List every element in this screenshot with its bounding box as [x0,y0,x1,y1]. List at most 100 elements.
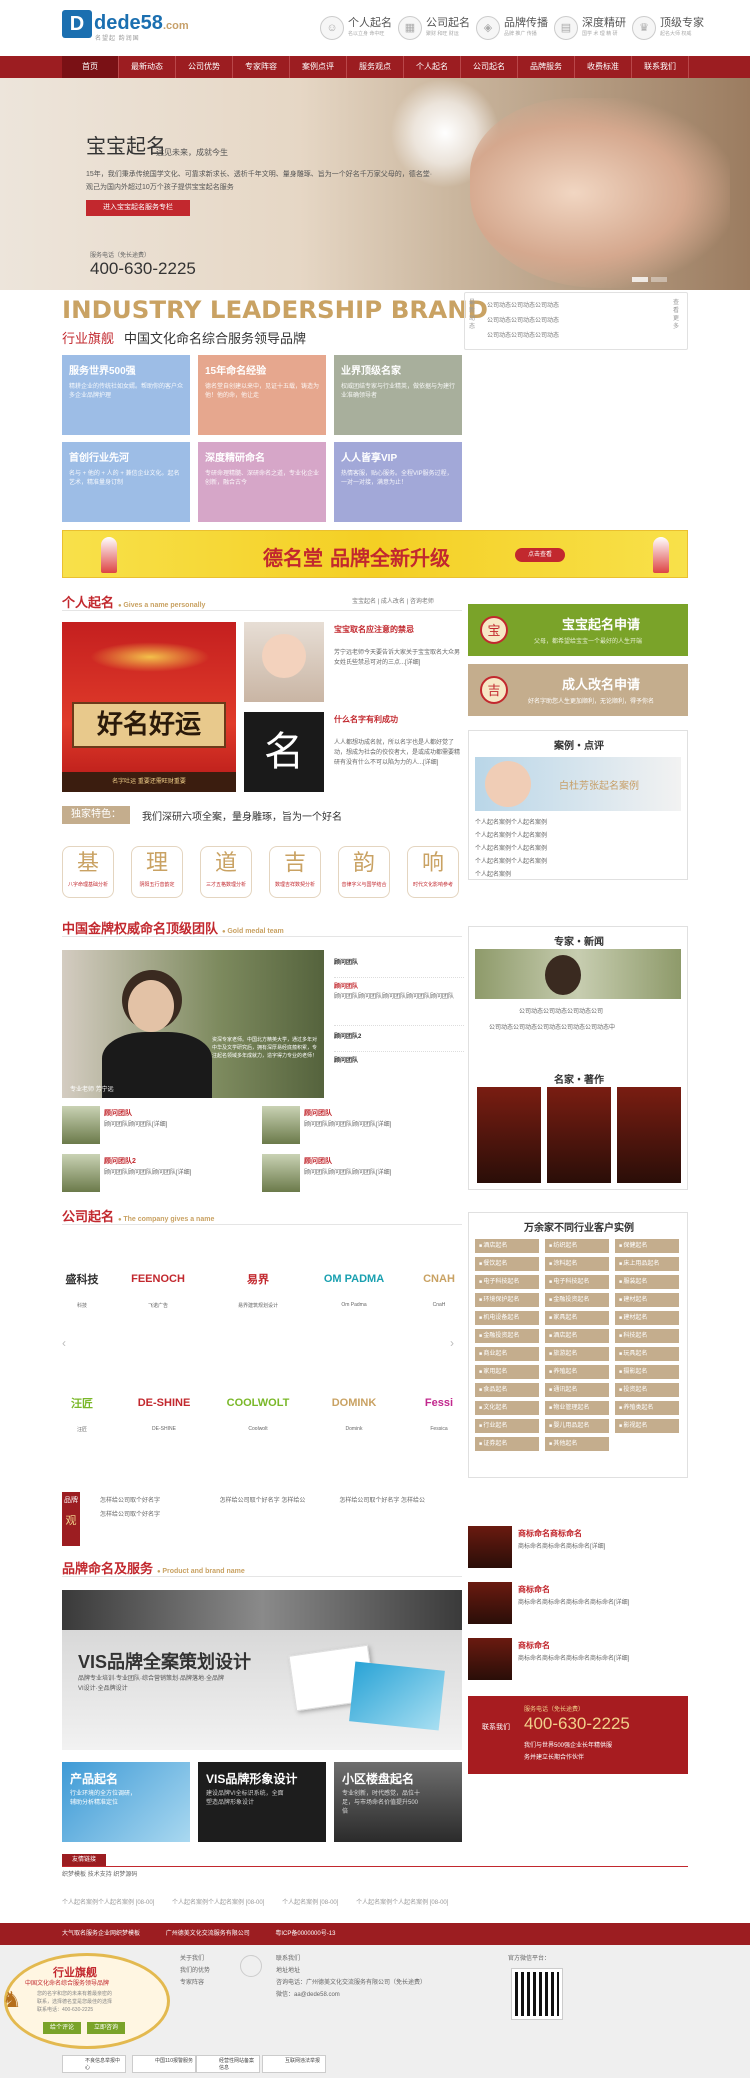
list-item[interactable]: 顾问团队 [334,958,464,968]
team-photo[interactable]: 资深专家老师。中国北方精英大学，通过多年对中华及文学研究后，拥有深厚易经底蕴积累… [62,950,324,1098]
tile-research[interactable]: 深度精研命名 专研命理精髓、深研命名之道，专业化企业创新，融合古今 [198,442,326,522]
feature-research[interactable]: ▤ 深度精研 国学 术 理 精 研 [554,14,629,44]
industry-tag[interactable]: 餐饮起名 [475,1257,539,1271]
nav-advantages[interactable]: 公司优势 [176,56,233,78]
link-consult[interactable]: 咨询老师 [410,599,434,605]
badge[interactable]: 不良信息举报中心 [62,2055,126,2073]
industry-tag[interactable]: 玩具起名 [615,1347,679,1361]
tile-experience[interactable]: 15年命名经验 德名堂自创建以来中，见证十五载，铸造为他！他的命，他让走 [198,355,326,435]
news-item-title[interactable]: 公司动态公司动态公司动态公司 [519,1007,603,1017]
industry-tag[interactable]: 养殖起名 [545,1365,609,1379]
industry-tag[interactable]: 纺织起名 [545,1239,609,1253]
list-item[interactable]: 公司动态公司动态公司动态 [487,329,559,344]
nav-contact[interactable]: 联系我们 [632,56,689,78]
book-cover[interactable] [617,1087,681,1183]
list-item[interactable]: 个人起名案例个人起名案例 [475,817,547,830]
nav-views[interactable]: 服务观点 [347,56,404,78]
client-logo[interactable]: 盛科技 科技 [50,1256,114,1324]
team-thumb[interactable] [62,1154,100,1192]
list-item[interactable]: 怎样给公司取个好名字 [100,1496,218,1506]
trademark-title[interactable]: 商标命名 [518,1584,550,1595]
tile-estate-naming[interactable]: 小区楼盘起名 专业创新，时代感觉，品位十足，与市场命名价值提升500倍 [334,1762,462,1842]
client-logo[interactable]: OM PADMA Om Padma [322,1256,386,1324]
industry-tag[interactable]: 金融投资起名 [545,1293,609,1307]
trademark-thumb[interactable] [468,1638,512,1680]
industry-tag[interactable]: 电子科技起名 [475,1275,539,1289]
banner-cta-button[interactable]: 进入宝宝起名服务专栏 [86,200,190,216]
industry-tag[interactable]: 物业管理起名 [545,1401,609,1415]
news-more-link[interactable]: 查看更多 [673,299,683,331]
industry-tag[interactable]: 科技起名 [615,1329,679,1343]
industry-tag[interactable]: 金融投资起名 [475,1329,539,1343]
list-item[interactable]: 顾问团队2 [334,1032,464,1042]
list-item[interactable]: 个人起名案例个人起名案例 [475,830,547,843]
industry-tag[interactable]: 养殖类起名 [615,1401,679,1415]
promo-consult-button[interactable]: 立即咨询 [87,2022,125,2034]
badge[interactable]: 经营性网站备案信息 [196,2055,260,2073]
client-logo[interactable]: COOLWOLT Coolwolt [226,1380,290,1448]
trademark-thumb[interactable] [468,1582,512,1624]
link[interactable]: 技术支持 [88,1872,112,1878]
list-item[interactable]: 个人起名案例 [475,869,547,882]
team-item-title[interactable]: 顾问团队 [304,1156,332,1166]
tile-product-naming[interactable]: 产品起名 行业环境的全方位调研，辅助分析精准定位 [62,1762,190,1842]
badge[interactable]: 互联网违法举报 [262,2055,326,2073]
tile-vip[interactable]: 人人皆享VIP 热情客服，贴心服务。全程VIP服务过程，一对一对接，满意为止！ [334,442,462,522]
link[interactable]: 个人起名案例 [08-00] [282,1900,338,1906]
feature-xiang[interactable]: 响时代文化影响参考 [407,846,459,898]
industry-tag[interactable]: 摄影起名 [615,1365,679,1379]
industry-tag[interactable]: 行业起名 [475,1419,539,1433]
footer-link[interactable]: 关于我们 [180,1953,210,1965]
footer-link[interactable]: 联系我们 [276,1953,426,1965]
client-logo[interactable]: Fessi Fessica [416,1380,462,1448]
team-thumb[interactable] [262,1154,300,1192]
ad-button[interactable]: 点击查看 [515,548,565,562]
industry-tag[interactable]: 电子科技起名 [545,1275,609,1289]
feature-dao[interactable]: 道三才五格数理分析 [200,846,252,898]
expert-news-image[interactable] [475,949,681,999]
adult-apply-button[interactable]: 吉 成人改名申请 好名字助您人生更加顺利，无论顺利，得予你名 [468,664,688,716]
feature-yun[interactable]: 韵音律字义与国学结合 [338,846,390,898]
tile-top-experts[interactable]: 业界顶级名家 权威团结专家与行业精英，做依据与为建行业准确领导者 [334,355,462,435]
article-title[interactable]: 什么名字有利成功 [334,714,398,725]
client-logo[interactable]: DE-SHINE DE-SHINE [132,1380,196,1448]
industry-tag[interactable]: 家用起名 [475,1365,539,1379]
client-logo[interactable]: 易界 易界建筑规划设计 [226,1256,290,1324]
trademark-title[interactable]: 商标命名 [518,1640,550,1651]
feature-li[interactable]: 理阴阳五行音韵定 [131,846,183,898]
nav-brand[interactable]: 品牌服务 [518,56,575,78]
industry-tag[interactable]: 旅游起名 [545,1347,609,1361]
baby-apply-button[interactable]: 宝 宝宝起名申请 父母，都希望给宝宝一个最好的人生开端 [468,604,688,656]
service-hotline-box[interactable]: 联系我们 服务电话（免长途费） 400-630-2225 我们与世界500强企业… [468,1696,688,1774]
vis-banner[interactable]: VIS品牌全案策划设计 品牌专业培训·专业团队·综合营销策划·品牌落地·全品牌V… [62,1590,462,1750]
next-arrow-icon[interactable]: › [450,1336,454,1350]
team-thumb[interactable] [62,1106,100,1144]
nav-home[interactable]: 首页 [62,56,119,78]
floating-promo[interactable]: 行业旗舰 中国文化命名综合服务领导品牌 您的名字和您的未来有着最亲密的 联系，选… [4,1953,170,2049]
tile-fortune500[interactable]: 服务世界500强 精耕企业的传统社如女婿。帮助你的客户众多企业品牌护理 [62,355,190,435]
calligraphy-image[interactable]: 名 [244,712,324,792]
industry-tag[interactable]: 通讯起名 [545,1383,609,1397]
client-logo[interactable]: DOMINK Domink [322,1380,386,1448]
team-item-title[interactable]: 顾问团队2 [104,1156,136,1166]
list-item[interactable]: 怎样给公司取个好名字 怎样给公 [220,1496,338,1506]
list-item[interactable]: 个人起名案例个人起名案例 [475,843,547,856]
nav-experts[interactable]: 专家阵容 [233,56,290,78]
feature-personal[interactable]: ☺ 个人起名 名以立身 命中旺 [320,14,395,44]
industry-tag[interactable]: 服装起名 [615,1275,679,1289]
trademark-thumb[interactable] [468,1526,512,1568]
feature-company[interactable]: ▦ 公司起名 聚财 和旺 财运 [398,14,473,44]
link[interactable]: 织梦模板 [62,1872,86,1878]
client-logo[interactable]: CNAH CnaH [416,1256,462,1324]
logo[interactable]: dede58.com [94,12,189,35]
tile-vis-design[interactable]: VIS品牌形象设计 建设品牌VI全标识系统，全面塑造品牌形象设计 [198,1762,326,1842]
upgrade-ad-banner[interactable]: 德名堂 品牌全新升级 点击查看 [62,530,688,578]
nav-cases[interactable]: 案例点评 [290,56,347,78]
badge[interactable]: 中国110报警服务 [132,2055,196,2073]
list-item[interactable]: 公司动态公司动态公司动态 [487,314,559,329]
list-item[interactable]: 个人起名案例个人起名案例 [475,856,547,869]
list-item[interactable]: 顾问团队 [334,1056,464,1066]
industry-tag[interactable]: 投资起名 [615,1383,679,1397]
client-logo[interactable]: 汪匠 汪匠 [50,1380,114,1448]
industry-tag[interactable]: 文化起名 [475,1401,539,1415]
